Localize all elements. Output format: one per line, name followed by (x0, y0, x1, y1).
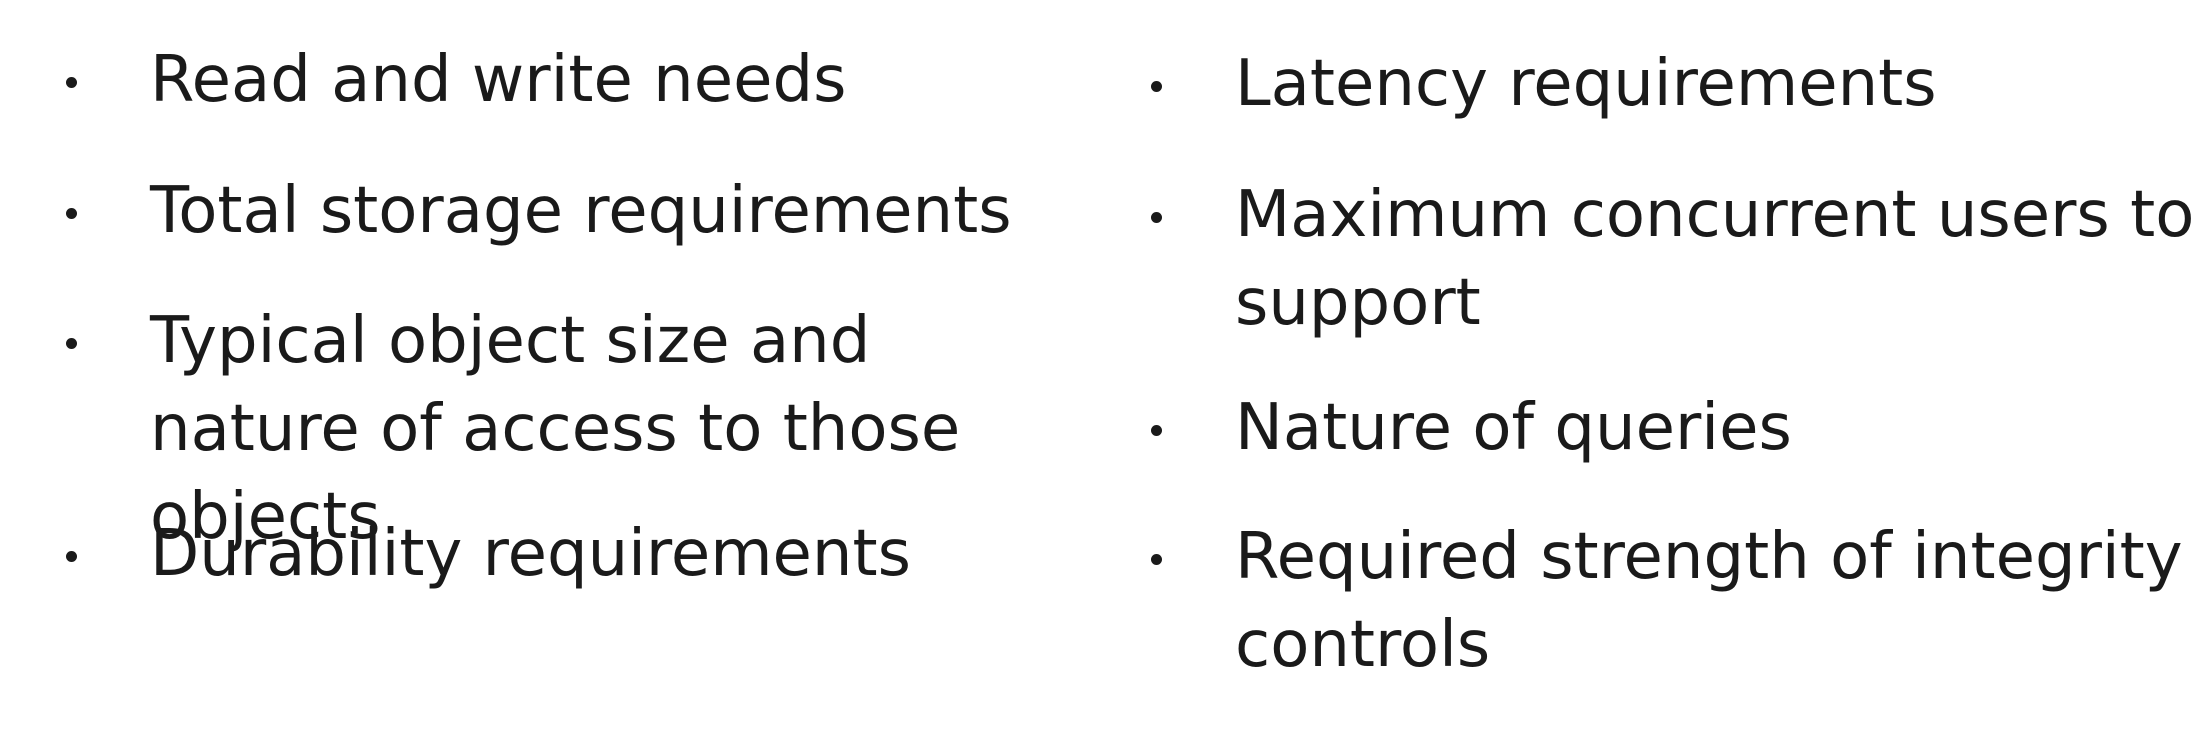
slide: Read and write needs Total storage requi… (0, 0, 2206, 748)
bullet-icon (1085, 40, 1235, 128)
bullet-text: Nature of queries (1235, 391, 1792, 465)
list-item: Maximum concurrent users to support (1085, 171, 2206, 347)
list-item: Required strength of integrity controls (1085, 513, 2206, 689)
bullet-icon (0, 297, 150, 385)
bullet-icon (0, 36, 150, 124)
bullet-icon (0, 510, 150, 598)
bullet-text: Latency requirements (1235, 47, 1937, 121)
bullet-text: Maximum concurrent users to support (1235, 178, 2195, 340)
list-item: Total storage requirements (0, 167, 1085, 255)
bullet-icon (1085, 384, 1235, 472)
bullet-text: Durability requirements (150, 517, 911, 591)
bullet-icon (1085, 513, 1235, 601)
bullet-text: Total storage requirements (150, 174, 1012, 248)
bullet-text: Read and write needs (150, 43, 847, 117)
bullet-text: Required strength of integrity controls (1235, 520, 2183, 682)
bullet-icon (1085, 171, 1235, 259)
bullet-icon (0, 167, 150, 255)
list-item: Latency requirements (1085, 40, 2206, 128)
list-item: Read and write needs (0, 36, 1085, 124)
list-item: Nature of queries (1085, 384, 2206, 472)
list-item: Durability requirements (0, 510, 1085, 598)
